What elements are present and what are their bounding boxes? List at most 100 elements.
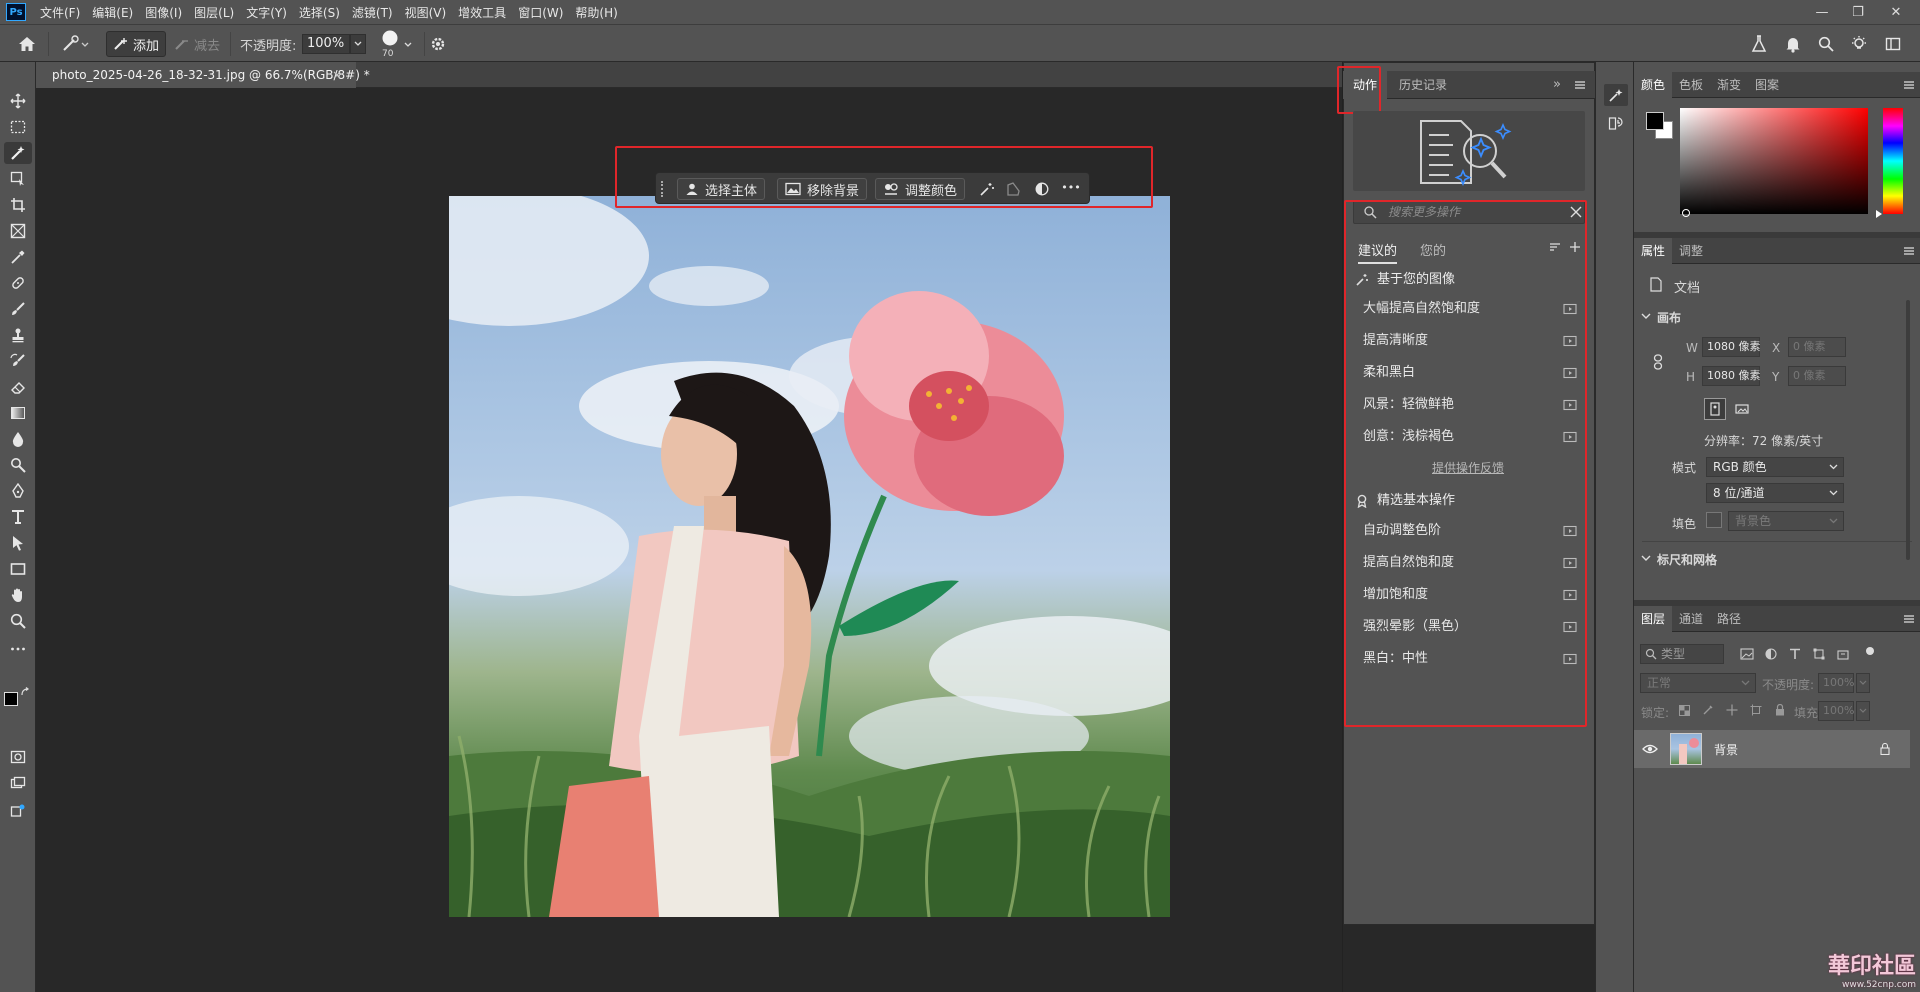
adjust-color-button[interactable]: 调整颜色 [875,178,966,200]
brush-tool-icon[interactable] [4,298,32,320]
action-item[interactable]: 提高自然饱和度 [1355,550,1587,576]
filter-adjustment-icon[interactable] [1762,646,1780,662]
hand-tool-icon[interactable] [4,584,32,606]
opacity-dropdown-icon[interactable] [350,34,366,54]
frame-tool-icon[interactable] [4,220,32,242]
close-tab-icon[interactable]: × [332,62,342,88]
menu-window[interactable]: 窗口(W) [512,4,569,21]
panel-menu-icon[interactable] [1573,79,1587,91]
x-input[interactable]: 0 像素 [1788,337,1846,357]
lock-position-icon[interactable] [1724,702,1740,718]
more-options-icon[interactable]: ••• [1059,178,1083,198]
fill-select[interactable]: 背景色 [1728,511,1844,531]
eye-visibility-icon[interactable] [1642,742,1658,756]
action-item[interactable]: 强烈晕影（黑色） [1355,614,1587,640]
object-selection-tool-preset-icon[interactable] [58,33,92,55]
remove-background-button[interactable]: 移除背景 [777,178,868,200]
menu-filter[interactable]: 滤镜(T) [346,4,399,21]
lasso-icon[interactable] [1004,180,1022,198]
menu-layer[interactable]: 图层(L) [188,4,240,21]
actions-search-input[interactable]: 搜索更多操作 [1353,200,1585,224]
action-item[interactable]: 黑白：中性 [1355,646,1587,672]
action-item[interactable]: 创意：浅棕褐色 [1355,424,1587,450]
play-action-icon[interactable] [1563,525,1577,537]
play-action-icon[interactable] [1563,589,1577,601]
crop-tool-icon[interactable] [4,194,32,216]
menu-select[interactable]: 选择(S) [293,4,346,21]
pen-tool-icon[interactable] [4,480,32,502]
sort-icon[interactable] [1548,240,1562,254]
subtract-mode-button[interactable]: 减去 [168,31,226,57]
subtab-suggested[interactable]: 建议的 [1358,240,1398,264]
play-action-icon[interactable] [1563,367,1577,379]
document-tab[interactable]: photo_2025-04-26_18-32-31.jpg @ 66.7%(RG… [36,62,370,88]
play-action-icon[interactable] [1563,335,1577,347]
hue-slider-handle[interactable] [1876,210,1882,218]
color-panel-menu-icon[interactable] [1902,79,1916,91]
layer-opacity-dropdown-icon[interactable] [1856,673,1870,693]
move-tool-icon[interactable] [4,90,32,112]
add-action-icon[interactable] [1568,240,1582,254]
layer-kind-filter[interactable]: 类型 [1640,644,1724,664]
tab-gradients[interactable]: 渐变 [1710,72,1748,98]
portrait-orientation-icon[interactable] [1704,398,1726,420]
search-icon[interactable] [1815,33,1837,55]
lock-all-icon[interactable] [1772,702,1788,718]
filter-pixel-icon[interactable] [1738,646,1756,662]
subtab-yours[interactable]: 您的 [1420,240,1446,259]
collapse-panel-icon[interactable]: » [1543,71,1571,99]
tab-adjustments[interactable]: 调整 [1672,238,1710,264]
canvas-section-chevron-icon[interactable] [1640,310,1652,322]
filter-shape-icon[interactable] [1810,646,1828,662]
properties-panel-menu-icon[interactable] [1902,245,1916,257]
action-item[interactable]: 大幅提高自然饱和度 [1355,296,1587,322]
canvas-image[interactable] [449,196,1170,917]
flask-icon[interactable] [1748,33,1770,55]
screen-mode-icon[interactable] [4,772,32,794]
adjustment-icon[interactable] [1033,180,1051,198]
zoom-tool-icon[interactable] [4,610,32,632]
actions-panel-icon[interactable] [1604,84,1628,106]
object-selection-tool-icon[interactable] [4,142,32,164]
feedback-link[interactable]: 提供操作反馈 [1432,459,1504,476]
settings-gear-icon[interactable] [428,34,448,54]
tab-paths[interactable]: 路径 [1710,606,1748,632]
height-input[interactable]: 1080 像素 [1702,366,1761,386]
mode-select[interactable]: RGB 颜色 [1706,457,1844,477]
menu-file[interactable]: 文件(F) [34,4,86,21]
history-panel-icon[interactable] [1604,112,1628,134]
tab-history[interactable]: 历史记录 [1389,71,1457,99]
lock-transparent-icon[interactable] [1676,702,1692,718]
play-action-icon[interactable] [1563,653,1577,665]
tab-actions[interactable]: 动作 [1343,71,1388,99]
layer-row-background[interactable]: 背景 [1634,730,1910,768]
hue-slider[interactable] [1883,108,1903,214]
tab-properties[interactable]: 属性 [1634,238,1673,264]
drag-handle-icon[interactable] [661,181,664,197]
rulers-section-chevron-icon[interactable] [1640,552,1652,564]
opacity-input[interactable]: 100% [302,34,350,54]
select-subject-button[interactable]: 选择主体 [677,178,766,200]
close-button[interactable]: ✕ [1876,0,1916,24]
play-action-icon[interactable] [1563,399,1577,411]
gradient-tool-icon[interactable] [4,402,32,424]
add-mode-button[interactable]: 添加 [106,31,167,57]
brush-dropdown-icon[interactable] [402,39,414,51]
more-tools-icon[interactable] [4,638,32,660]
play-action-icon[interactable] [1563,557,1577,569]
link-dimensions-icon[interactable] [1651,352,1665,372]
play-action-icon[interactable] [1563,621,1577,633]
menu-view[interactable]: 视图(V) [399,4,453,21]
layer-name[interactable]: 背景 [1714,741,1738,758]
rectangle-tool-icon[interactable] [4,558,32,580]
bit-depth-select[interactable]: 8 位/通道 [1706,483,1844,503]
home-icon[interactable] [16,34,38,54]
color-picker-handle[interactable] [1682,209,1690,217]
y-input[interactable]: 0 像素 [1788,366,1846,386]
tab-layers[interactable]: 图层 [1634,606,1673,632]
menu-help[interactable]: 帮助(H) [569,4,623,21]
filter-smart-object-icon[interactable] [1834,646,1852,662]
clone-stamp-tool-icon[interactable] [4,324,32,346]
color-picker-field[interactable] [1680,108,1868,214]
marquee-tool-icon[interactable] [4,116,32,138]
